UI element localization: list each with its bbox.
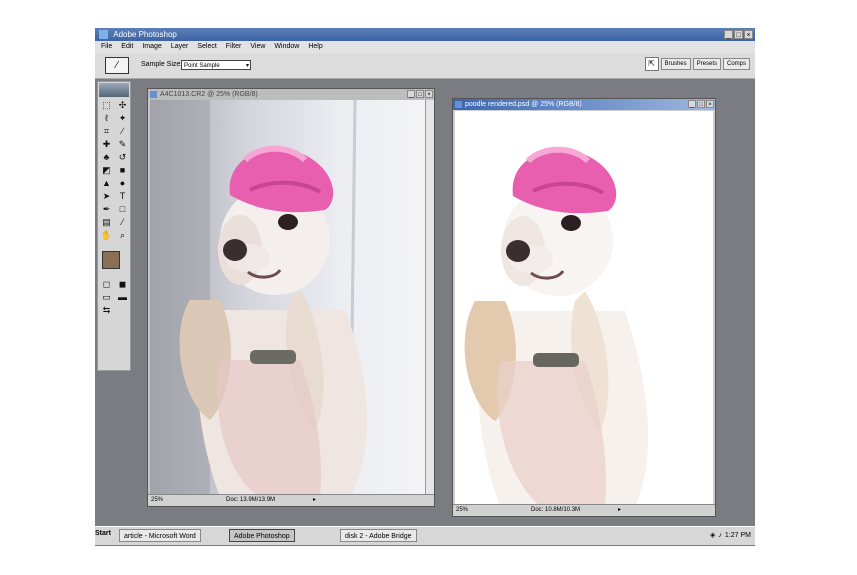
jump-to-imageready-icon[interactable]: ⇆ [99, 304, 114, 317]
screen-mode-icon[interactable]: ▭ [99, 291, 114, 304]
sample-size-value: Point Sample [184, 63, 220, 69]
network-icon: ◈ [710, 532, 716, 539]
close-button[interactable]: × [425, 90, 433, 98]
menu-filter[interactable]: Filter [226, 41, 242, 53]
tab-comps[interactable]: Comps [722, 58, 750, 70]
crop-icon[interactable]: ⌗ [99, 125, 114, 138]
lasso-icon[interactable]: ℓ [99, 112, 114, 125]
poodle-photo-original [150, 100, 426, 497]
sample-size-label: Sample Size: [141, 61, 183, 68]
close-button[interactable]: × [706, 100, 714, 108]
dodge-icon[interactable]: ● [115, 177, 130, 190]
task-bridge[interactable]: disk 2 - Adobe Bridge [340, 529, 417, 542]
minimize-button[interactable]: _ [688, 100, 696, 108]
document-icon [150, 91, 157, 98]
menu-file[interactable]: File [101, 41, 112, 53]
task-word[interactable]: article - Microsoft Word [119, 529, 201, 542]
move-icon[interactable]: ✣ [115, 99, 130, 112]
poodle-photo-rendered [455, 111, 713, 506]
menu-help[interactable]: Help [308, 41, 322, 53]
gradient-icon[interactable]: ■ [115, 164, 130, 177]
eraser-icon[interactable]: ◩ [99, 164, 114, 177]
status-menu-arrow-icon[interactable]: ▸ [618, 505, 621, 516]
zoom-level[interactable]: 25% [456, 505, 468, 516]
start-button[interactable]: Start [95, 530, 111, 537]
close-button[interactable]: × [744, 30, 753, 39]
notes-icon[interactable]: ▤ [99, 216, 114, 229]
shape-icon[interactable]: □ [115, 203, 130, 216]
chevron-down-icon: ▾ [245, 63, 249, 69]
app-titlebar: Adobe Photoshop _ □ × [95, 28, 755, 41]
hand-icon[interactable]: ✋ [99, 229, 114, 242]
slice-icon[interactable]: ∕ [115, 125, 130, 138]
document-window-1[interactable]: A4C1013.CR2 @ 25% (RGB/8) _ □ × 25% Doc:… [147, 88, 435, 507]
photoshop-window: Adobe Photoshop _ □ × File Edit Image La… [95, 28, 755, 546]
tab-brushes[interactable]: Brushes [660, 58, 691, 70]
task-photoshop[interactable]: Adobe Photoshop [229, 529, 295, 542]
tab-presets[interactable]: Presets [692, 58, 721, 70]
maximize-button[interactable]: □ [697, 100, 705, 108]
system-tray: ◈ ♪ 1:27 PM [710, 531, 751, 540]
menu-view[interactable]: View [250, 41, 265, 53]
quickmask-mode-icon[interactable]: ◼ [115, 278, 130, 291]
palette-well: ⇱ Brushes Presets Comps [644, 57, 750, 71]
menu-edit[interactable]: Edit [121, 41, 133, 53]
menu-layer[interactable]: Layer [171, 41, 189, 53]
document-1-title: A4C1013.CR2 @ 25% (RGB/8) [160, 91, 258, 98]
document-2-canvas[interactable] [455, 111, 713, 506]
magic-wand-icon[interactable]: ✦ [115, 112, 130, 125]
mode-buttons: ◻ ◼ ▭ ▬ ⇆ [98, 277, 130, 318]
fullscreen-mode-icon[interactable]: ▬ [115, 291, 130, 304]
toolbox-header [99, 83, 129, 97]
zoom-icon[interactable]: ⌕ [115, 229, 130, 242]
app-title: Adobe Photoshop [113, 30, 177, 39]
standard-mode-icon[interactable]: ◻ [99, 278, 114, 291]
document-1-controls: _ □ × [407, 90, 433, 98]
maximize-button[interactable]: □ [734, 30, 743, 39]
options-bar: ⁄ Sample Size: Point Sample ▾ ⇱ Brushes … [95, 53, 755, 79]
vertical-scrollbar[interactable] [425, 100, 434, 495]
healing-icon[interactable]: ✚ [99, 138, 114, 151]
history-brush-icon[interactable]: ↺ [115, 151, 130, 164]
document-1-titlebar[interactable]: A4C1013.CR2 @ 25% (RGB/8) _ □ × [148, 89, 434, 100]
document-window-2[interactable]: poodle rendered.psd @ 25% (RGB/8) _ □ × [452, 98, 716, 517]
marquee-icon[interactable]: ⬚ [99, 99, 114, 112]
volume-icon: ♪ [718, 531, 722, 539]
doc-size: Doc: 13.9M/13.9M [226, 497, 276, 503]
menu-bar: File Edit Image Layer Select Filter View… [95, 41, 755, 53]
blur-icon[interactable]: ▲ [99, 177, 114, 190]
menu-window[interactable]: Window [274, 41, 299, 53]
path-select-icon[interactable]: ➤ [99, 190, 114, 203]
bridge-icon[interactable]: ⇱ [644, 57, 659, 71]
photoshop-icon [99, 30, 108, 39]
zoom-level[interactable]: 25% [151, 495, 163, 506]
window-controls: _ □ × [724, 30, 753, 39]
eyedropper-tool-icon[interactable]: ⁄ [115, 216, 130, 229]
document-icon [455, 101, 462, 108]
toolbox: ⬚ ✣ ℓ ✦ ⌗ ∕ ✚ ✎ ♣ ↺ ◩ ■ ▲ ● ➤ T ✒ □ ▤ ⁄ … [97, 81, 131, 371]
tool-grid: ⬚ ✣ ℓ ✦ ⌗ ∕ ✚ ✎ ♣ ↺ ◩ ■ ▲ ● ➤ T ✒ □ ▤ ⁄ … [98, 98, 130, 243]
type-icon[interactable]: T [115, 190, 130, 203]
doc-size: Doc: 10.8M/10.3M [531, 507, 581, 513]
minimize-button[interactable]: _ [407, 90, 415, 98]
foreground-color-swatch[interactable] [102, 251, 120, 269]
document-2-statusbar: 25% Doc: 10.8M/10.3M ▸ [453, 504, 715, 516]
stamp-icon[interactable]: ♣ [99, 151, 114, 164]
document-2-controls: _ □ × [688, 100, 714, 108]
windows-taskbar: Start article - Microsoft Word Adobe Pho… [95, 526, 755, 545]
document-2-title: poodle rendered.psd @ 25% (RGB/8) [465, 101, 582, 108]
eyedropper-icon[interactable]: ⁄ [105, 57, 129, 74]
status-menu-arrow-icon[interactable]: ▸ [313, 495, 316, 506]
pen-icon[interactable]: ✒ [99, 203, 114, 216]
minimize-button[interactable]: _ [724, 30, 733, 39]
maximize-button[interactable]: □ [416, 90, 424, 98]
sample-size-select[interactable]: Point Sample ▾ [181, 60, 251, 70]
document-2-titlebar[interactable]: poodle rendered.psd @ 25% (RGB/8) _ □ × [453, 99, 715, 110]
document-1-statusbar: 25% Doc: 13.9M/13.9M ▸ [148, 494, 434, 506]
clock: 1:27 PM [724, 531, 751, 539]
menu-select[interactable]: Select [197, 41, 216, 53]
brush-icon[interactable]: ✎ [115, 138, 130, 151]
document-1-canvas[interactable] [150, 100, 426, 497]
menu-image[interactable]: Image [142, 41, 161, 53]
